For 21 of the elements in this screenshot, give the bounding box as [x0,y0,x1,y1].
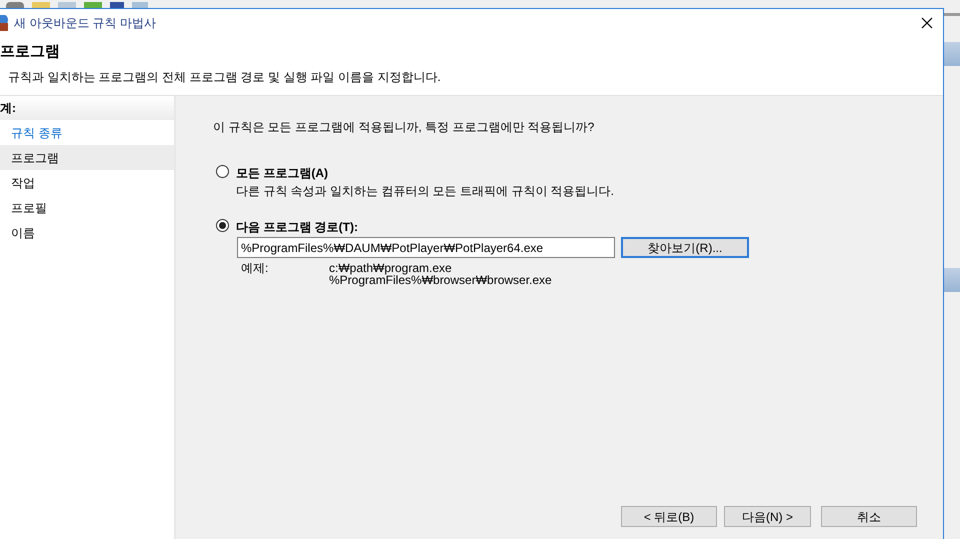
question-text: 이 규칙은 모든 프로그램에 적용됩니까, 특정 프로그램에만 적용됩니까? [213,119,594,136]
path-field[interactable]: %ProgramFiles%₩DAUM₩PotPlayer₩PotPlayer64.exe [237,237,615,258]
toolbar-icon[interactable] [6,2,24,8]
dialog-button[interactable]: 취소 [821,506,917,527]
radio-label[interactable]: 모든 프로그램(A) [236,164,328,182]
close-icon[interactable] [921,17,933,29]
option-description: 다른 규칙 속성과 일치하는 컴퓨터의 모든 트래픽에 규칙이 적용됩니다. [236,183,614,200]
steps-heading: 계: [0,100,16,117]
browse-button[interactable]: 찾아보기(R)... [621,237,749,258]
dialog-button[interactable]: < 뒤로(B) [621,506,717,527]
example-path: %ProgramFiles%₩browser₩browser.exe [329,274,552,286]
page-heading: 프로그램 [0,42,60,62]
dialog-button[interactable]: 다음(N) > [724,506,811,527]
radio-button[interactable] [216,165,229,178]
radio-label[interactable]: 다음 프로그램 경로(T): [236,218,358,236]
window-title: 새 아웃바운드 규칙 마법사 [14,15,156,32]
example-label: 예제: [241,262,270,277]
page-description: 규칙과 일치하는 프로그램의 전체 프로그램 경로 및 실행 파일 이름을 지정합니다. [8,68,441,86]
radio-button[interactable] [216,219,229,232]
example-path: c:₩path₩program.exe [329,262,452,274]
step-item[interactable]: 프로그램 [0,145,174,170]
